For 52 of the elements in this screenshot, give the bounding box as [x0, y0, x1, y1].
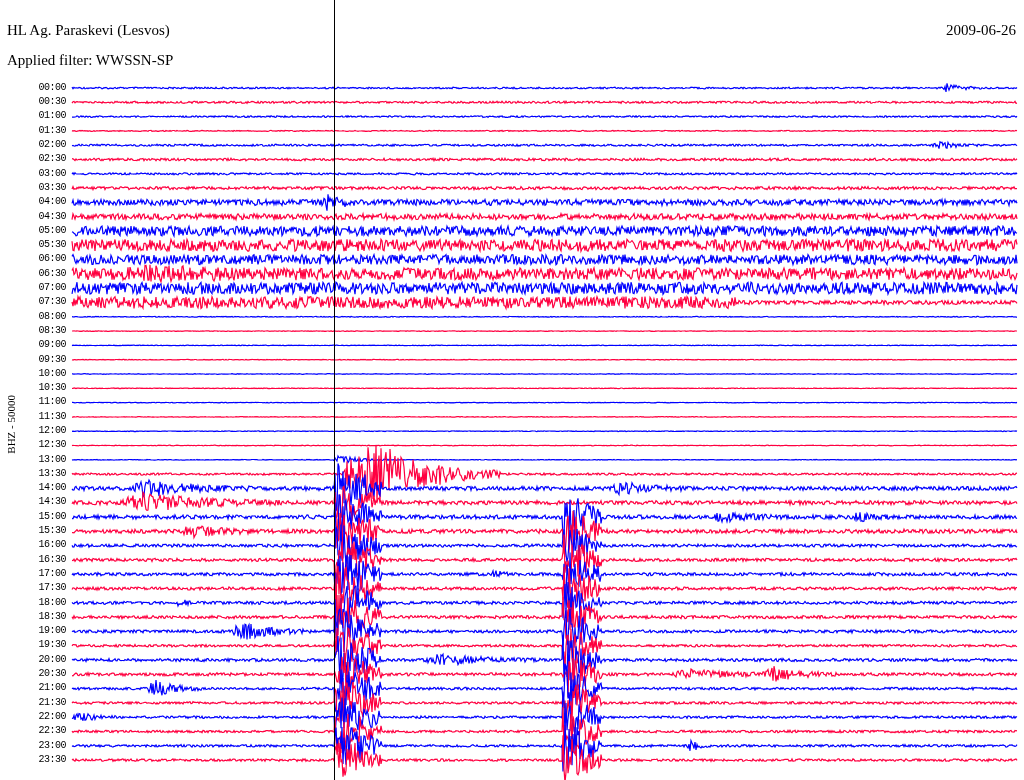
- time-label: 16:00: [37, 538, 66, 553]
- time-label: 23:00: [37, 738, 66, 753]
- time-label: 15:30: [37, 524, 66, 539]
- time-label: 11:00: [37, 395, 66, 410]
- time-label: 21:00: [37, 681, 66, 696]
- time-label: 17:00: [37, 566, 66, 581]
- time-label: 10:30: [37, 381, 66, 396]
- time-label: 04:30: [37, 209, 66, 224]
- time-label: 13:00: [37, 452, 66, 467]
- time-label: 22:30: [37, 724, 66, 739]
- time-label: 01:00: [37, 109, 66, 124]
- time-label: 01:30: [37, 123, 66, 138]
- time-label: 10:00: [37, 366, 66, 381]
- time-label: 08:30: [37, 323, 66, 338]
- time-label: 07:30: [37, 295, 66, 310]
- channel-axis-label: BHZ - 50000: [5, 394, 17, 454]
- time-label: 18:00: [37, 595, 66, 610]
- time-label: 23:30: [37, 752, 66, 767]
- time-label: 00:30: [37, 95, 66, 110]
- time-label: 03:30: [37, 180, 66, 195]
- time-label: 12:30: [37, 438, 66, 453]
- date-label: 2009-06-26: [946, 21, 1016, 40]
- time-label: 22:00: [37, 709, 66, 724]
- time-label: 04:00: [37, 195, 66, 210]
- time-label: 19:30: [37, 638, 66, 653]
- time-label: 11:30: [37, 409, 66, 424]
- time-label: 12:00: [37, 424, 66, 438]
- time-label: 05:00: [37, 223, 66, 238]
- time-label: 06:30: [37, 266, 66, 281]
- time-label: 00:00: [37, 80, 66, 95]
- time-label: 21:30: [37, 695, 66, 710]
- time-label: 02:30: [37, 152, 66, 167]
- time-label: 03:00: [37, 166, 66, 181]
- time-label: 07:00: [37, 281, 66, 295]
- time-label: 14:00: [37, 481, 66, 496]
- time-label: 16:30: [37, 552, 66, 567]
- time-label: 13:30: [37, 466, 66, 481]
- time-label: 17:30: [37, 581, 66, 596]
- time-label: 19:00: [37, 624, 66, 639]
- time-label: 02:00: [37, 138, 66, 153]
- filter-label: Applied filter: WWSSN-SP: [7, 51, 174, 70]
- time-label: 20:30: [37, 667, 66, 682]
- time-label: 18:30: [37, 609, 66, 624]
- time-label: 15:00: [37, 509, 66, 524]
- time-label: 05:30: [37, 238, 66, 253]
- time-label: 14:30: [37, 495, 66, 510]
- time-label: 20:00: [37, 652, 66, 667]
- time-label: 06:00: [37, 252, 66, 267]
- time-label: 09:00: [37, 338, 66, 353]
- time-label: 09:30: [37, 352, 66, 367]
- station-title: HL Ag. Paraskevi (Lesvos): [7, 21, 171, 40]
- time-label: 08:00: [37, 309, 66, 324]
